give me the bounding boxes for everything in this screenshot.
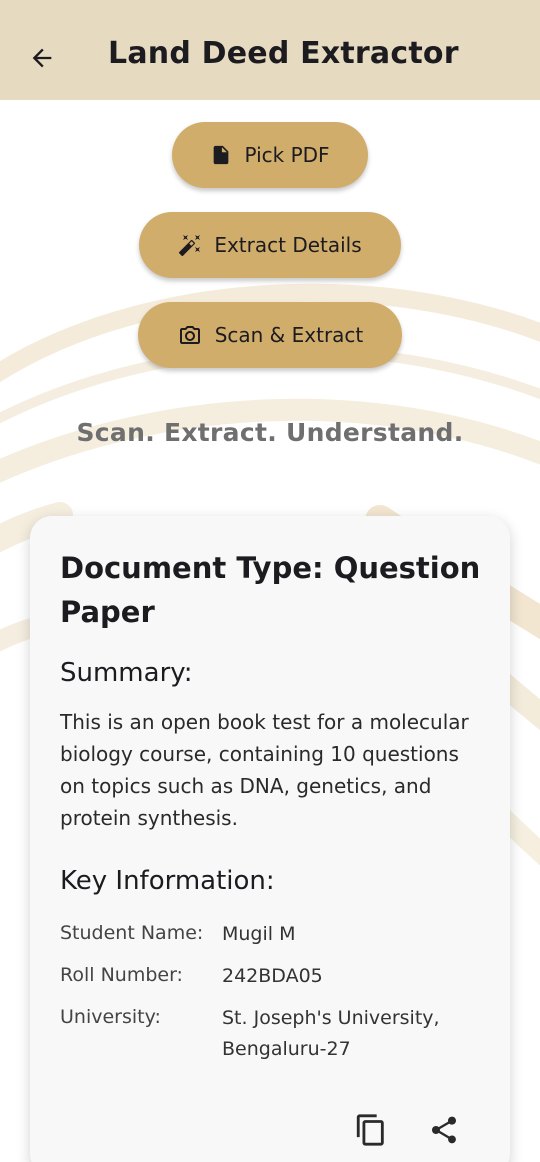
summary-heading: Summary:	[60, 658, 193, 688]
back-button[interactable]	[20, 38, 64, 78]
university-value: St. Joseph's University, Bengaluru-27	[222, 1007, 440, 1060]
student-name-value: Mugil M	[222, 923, 296, 945]
arrow-back-icon	[32, 48, 52, 68]
extract-details-label: Extract Details	[214, 233, 362, 257]
result-card: Document Type: Question Paper Summary: T…	[30, 516, 510, 1162]
page-title: Land Deed Extractor	[108, 36, 459, 71]
university-label: University:	[60, 1006, 161, 1028]
copy-icon	[356, 1114, 384, 1146]
pick-pdf-button[interactable]: Pick PDF	[172, 122, 368, 188]
summary-text: This is an open book test for a molecula…	[60, 710, 469, 830]
extract-details-button[interactable]: Extract Details	[139, 212, 401, 278]
share-icon	[432, 1116, 456, 1144]
magic-wand-icon	[179, 235, 201, 257]
share-button[interactable]	[422, 1108, 466, 1152]
scan-extract-button[interactable]: Scan & Extract	[138, 302, 402, 368]
key-information-heading: Key Information:	[60, 866, 275, 896]
roll-number-value: 242BDA05	[222, 965, 323, 987]
scan-extract-label: Scan & Extract	[214, 323, 364, 347]
camera-icon	[179, 326, 200, 344]
document-type-heading: Document Type: Question Paper	[60, 551, 481, 629]
copy-button[interactable]	[349, 1108, 393, 1152]
pick-pdf-label: Pick PDF	[244, 143, 330, 167]
upload-file-icon	[214, 145, 229, 165]
roll-number-label: Roll Number:	[60, 964, 183, 986]
student-name-label: Student Name:	[60, 922, 204, 944]
app-bar: Land Deed Extractor	[0, 0, 540, 100]
tagline: Scan. Extract. Understand.	[76, 418, 464, 447]
